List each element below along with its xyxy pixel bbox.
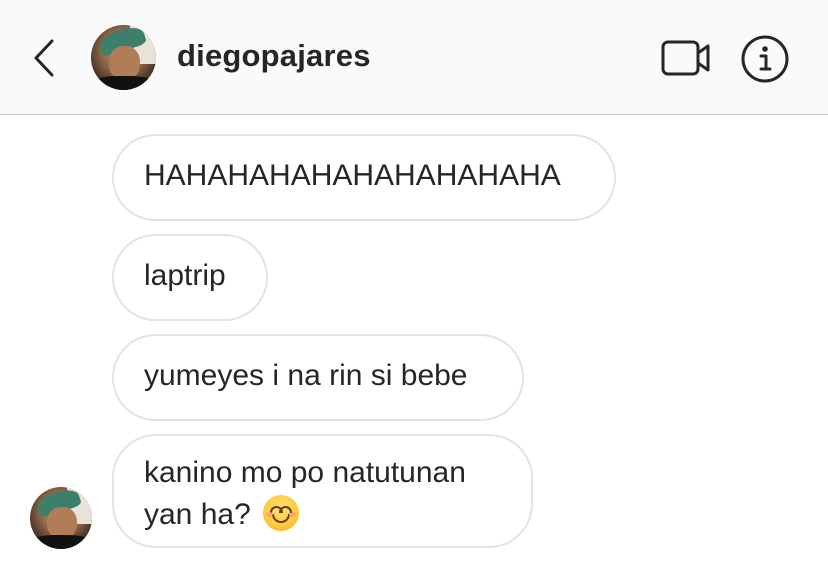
video-call-button[interactable] bbox=[660, 38, 714, 78]
info-icon bbox=[741, 35, 789, 83]
sender-avatar[interactable] bbox=[30, 487, 92, 549]
message-bubble[interactable]: yumeyes i na rin si bebe bbox=[112, 334, 524, 421]
back-button[interactable] bbox=[28, 36, 60, 80]
video-call-icon bbox=[661, 40, 710, 76]
message-text: laptrip bbox=[144, 259, 226, 292]
chevron-left-icon bbox=[34, 39, 54, 77]
message-text: yumeyes i na rin si bebe bbox=[144, 359, 468, 392]
message-text-line: yan ha? bbox=[144, 494, 501, 536]
smiling-face-emoji-icon bbox=[263, 495, 300, 531]
message-text: yan ha? bbox=[144, 498, 251, 531]
message-text-line: kanino mo po natutunan bbox=[144, 456, 466, 489]
message-bubble[interactable]: laptrip bbox=[112, 234, 268, 321]
message-bubble[interactable]: kanino mo po natutunan yan ha? bbox=[112, 434, 533, 548]
message-bubble[interactable]: HAHAHAHAHAHAHAHAHAHA bbox=[112, 134, 616, 221]
chat-username[interactable]: diegopajares bbox=[177, 38, 371, 74]
info-button[interactable] bbox=[740, 34, 790, 84]
profile-avatar[interactable] bbox=[91, 25, 156, 90]
chat-header: diegopajares bbox=[0, 0, 828, 115]
message-text: HAHAHAHAHAHAHAHAHAHA bbox=[144, 159, 561, 192]
